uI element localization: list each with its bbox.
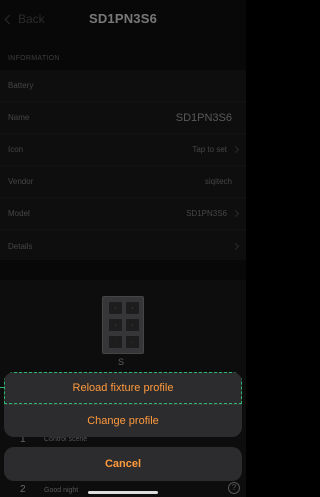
question-circle-icon[interactable]: ? bbox=[228, 482, 240, 494]
action-sheet: Reload fixture profile Change profile bbox=[4, 372, 242, 437]
cancel-button[interactable]: Cancel bbox=[4, 447, 242, 481]
reload-fixture-profile-button[interactable]: Reload fixture profile bbox=[4, 372, 242, 404]
home-indicator bbox=[88, 491, 158, 494]
device-info-page: Back SD1PN3S6 INFORMATION Battery Name S… bbox=[0, 0, 246, 497]
change-profile-button[interactable]: Change profile bbox=[4, 405, 242, 437]
